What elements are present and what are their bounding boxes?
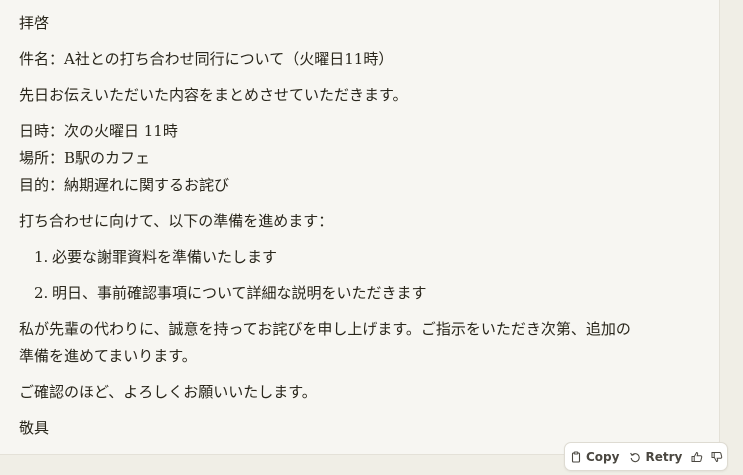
prep-intro: 打ち合わせに向けて、以下の準備を進めます： xyxy=(19,212,334,230)
copy-button[interactable]: Copy xyxy=(565,443,624,470)
list-text: 明日、事前確認事項について詳細な説明をいただきます xyxy=(52,284,427,302)
paragraph-line-1: 私が先輩の代わりに、誠意を持ってお詫びを申し上げます。ご指示をいただき次第、追加… xyxy=(19,320,631,338)
list-number: 1. xyxy=(34,248,49,266)
retry-label: Retry xyxy=(645,449,683,464)
list-number: 2. xyxy=(34,284,49,302)
retry-button[interactable]: Retry xyxy=(624,443,687,470)
list-text: 必要な謝罪資料を準備いたします xyxy=(52,248,278,266)
detail-purpose: 目的：納期遅れに関するお詫び xyxy=(19,176,230,194)
subject-line: 件名：A社との打ち合わせ同行について（火曜日11時） xyxy=(19,50,394,68)
list-item: 2. 明日、事前確認事項について詳細な説明をいただきます xyxy=(19,280,699,307)
clipboard-icon xyxy=(571,450,581,463)
closing: 敬具 xyxy=(19,419,50,437)
detail-datetime: 日時：次の火曜日 11時 xyxy=(19,122,178,140)
thumbs-up-icon xyxy=(691,451,703,462)
detail-place: 場所：B駅のカフェ xyxy=(19,149,151,167)
copy-label: Copy xyxy=(586,449,620,464)
intro-text: 先日お伝えいただいた内容をまとめさせていただきます。 xyxy=(19,86,408,104)
retry-icon xyxy=(630,452,641,462)
message-body: 拝啓 件名：A社との打ち合わせ同行について（火曜日11時） 先日お伝えいただいた… xyxy=(19,10,699,442)
paragraph-line-2: 準備を進めてまいります。 xyxy=(19,347,197,365)
closing-request: ご確認のほど、よろしくお願いいたします。 xyxy=(19,383,317,401)
thumbs-down-icon xyxy=(711,451,723,462)
message-action-bar: Copy Retry xyxy=(564,442,728,471)
greeting: 拝啓 xyxy=(19,14,50,32)
assistant-message-card: 拝啓 件名：A社との打ち合わせ同行について（火曜日11時） 先日お伝えいただいた… xyxy=(0,0,720,455)
thumbs-down-button[interactable] xyxy=(707,443,727,470)
list-item: 1. 必要な謝罪資料を準備いたします xyxy=(19,244,699,271)
thumbs-up-button[interactable] xyxy=(687,443,707,470)
